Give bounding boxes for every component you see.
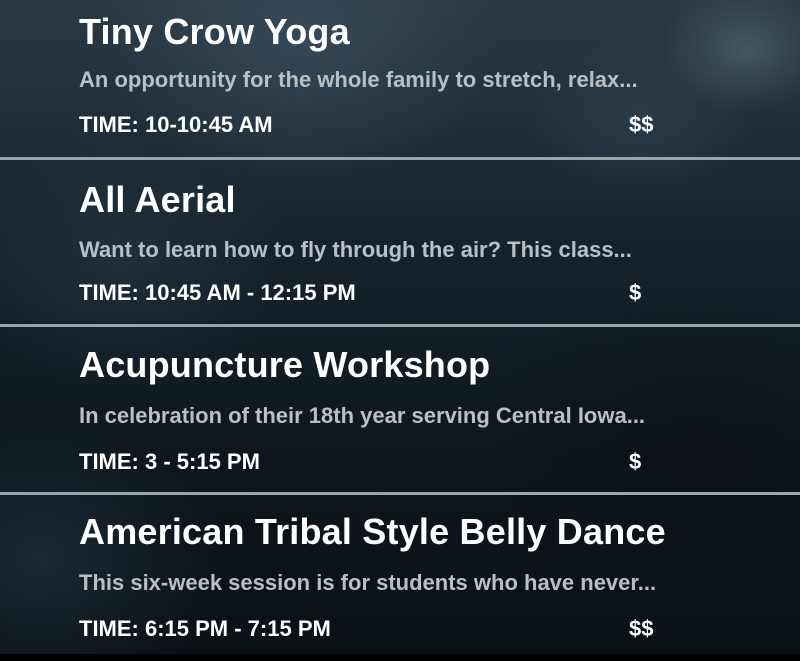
event-price: $ xyxy=(629,280,642,305)
event-description: In celebration of their 18th year servin… xyxy=(79,403,646,428)
event-price: $$ xyxy=(629,112,654,137)
event-title: Tiny Crow Yoga xyxy=(79,11,350,52)
event-list-screen: Tiny Crow Yoga An opportunity for the wh… xyxy=(0,0,800,661)
event-description: This six-week session is for students wh… xyxy=(79,570,657,595)
event-time: TIME: 10:45 AM - 12:15 PM xyxy=(79,280,356,305)
event-time: TIME: 10-10:45 AM xyxy=(79,112,273,137)
event-price: $$ xyxy=(629,616,654,641)
event-time: TIME: 6:15 PM - 7:15 PM xyxy=(79,616,331,641)
event-description: An opportunity for the whole family to s… xyxy=(79,67,638,92)
event-title: American Tribal Style Belly Dance xyxy=(79,511,666,552)
list-item-event[interactable]: Acupuncture Workshop In celebration of t… xyxy=(0,327,800,492)
event-description: Want to learn how to fly through the air… xyxy=(79,237,632,262)
event-title: All Aerial xyxy=(79,179,236,220)
event-price: $ xyxy=(629,449,642,474)
bottom-bar xyxy=(0,654,800,661)
list-item-event[interactable]: American Tribal Style Belly Dance This s… xyxy=(0,495,800,654)
event-time: TIME: 3 - 5:15 PM xyxy=(79,449,260,474)
list-item-event[interactable]: Tiny Crow Yoga An opportunity for the wh… xyxy=(0,0,800,157)
list-item-event[interactable]: All Aerial Want to learn how to fly thro… xyxy=(0,160,800,324)
event-title: Acupuncture Workshop xyxy=(79,344,491,385)
